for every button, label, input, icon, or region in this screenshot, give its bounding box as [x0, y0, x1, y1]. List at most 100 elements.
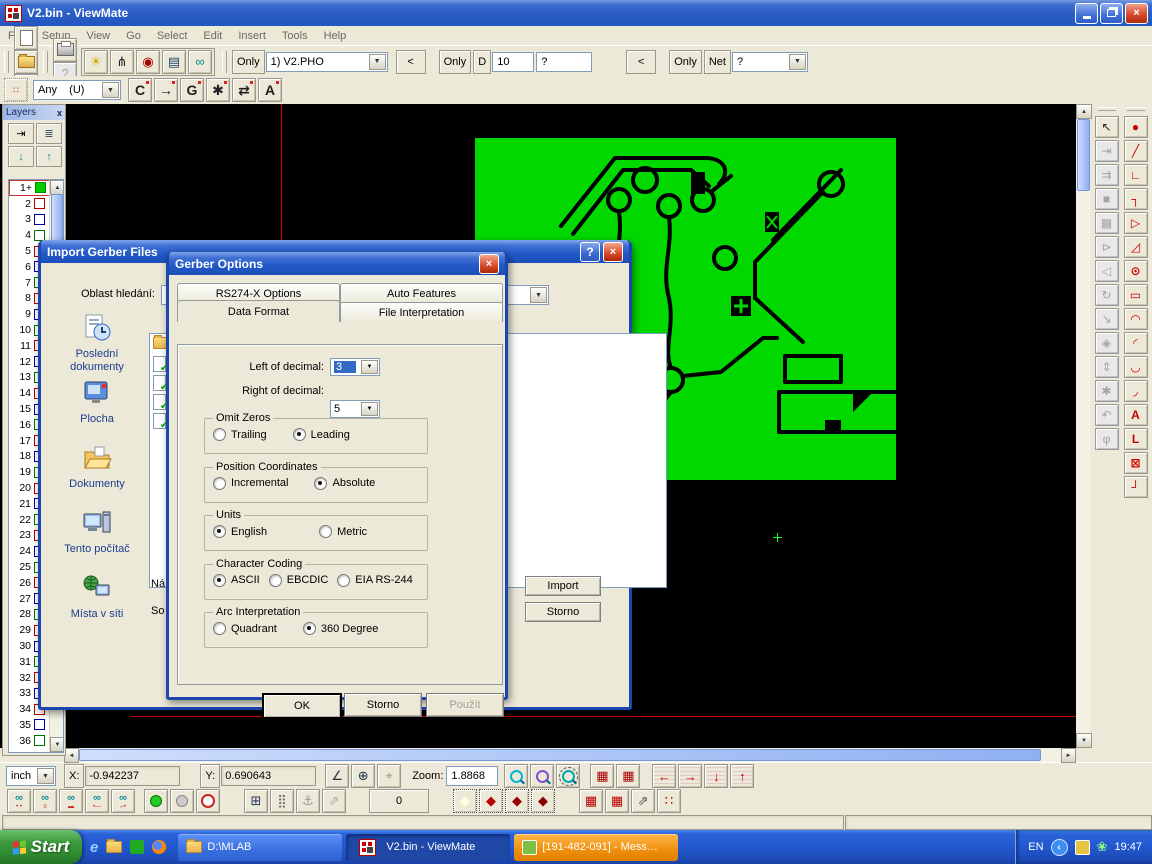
canvas-vertical-scrollbar[interactable]: ▲ ▼: [1076, 104, 1090, 748]
pan-up-icon[interactable]: ↑: [730, 764, 754, 788]
transform-icon[interactable]: ⇕: [1095, 356, 1119, 378]
prev-net-button[interactable]: <: [626, 50, 656, 74]
grid-setup-icon[interactable]: ▦: [590, 764, 614, 788]
close-icon[interactable]: x: [57, 108, 62, 118]
layer-color-swatch[interactable]: [34, 735, 45, 746]
chevron-down-icon[interactable]: ▼: [102, 82, 119, 98]
radio-metric[interactable]: Metric: [319, 525, 367, 538]
restore-button[interactable]: [1100, 3, 1123, 24]
flip-h-icon[interactable]: ⊳: [1095, 236, 1119, 258]
corner-tool-icon[interactable]: ∟: [1124, 164, 1148, 186]
radio-icon[interactable]: [319, 525, 332, 538]
toolbar-grip[interactable]: [1127, 107, 1145, 111]
move-point-icon[interactable]: ⇥: [1095, 140, 1119, 162]
view-pads-icon[interactable]: ∞• •: [7, 789, 31, 813]
move-diamond-icon[interactable]: ◈: [1095, 332, 1119, 354]
close-icon[interactable]: ×: [479, 254, 499, 274]
only-net-toggle[interactable]: Only: [669, 50, 702, 74]
view-points-icon[interactable]: ∞•—: [85, 789, 109, 813]
view-filled-icon[interactable]: ∞▬: [59, 789, 83, 813]
angle-arc-tool-icon[interactable]: ▷: [1124, 212, 1148, 234]
taskbar-task[interactable]: D:\MLAB: [178, 834, 342, 861]
layer-color-swatch[interactable]: [34, 198, 45, 209]
triangle-tool-icon[interactable]: ◿: [1124, 236, 1148, 258]
circle-tool-icon[interactable]: ⊙: [1124, 260, 1148, 282]
radio-ebcdic[interactable]: EBCDIC: [269, 574, 329, 587]
layer-hide-button[interactable]: ⇥: [8, 123, 34, 144]
new-file-icon[interactable]: [14, 26, 38, 50]
highlight-off-icon[interactable]: [170, 789, 194, 813]
pad-tool-icon[interactable]: ●: [1124, 116, 1148, 138]
chevron-down-icon[interactable]: ▼: [37, 768, 54, 784]
toolbar-grip[interactable]: [222, 51, 227, 73]
dimension-tool-icon[interactable]: ⊠: [1124, 452, 1148, 474]
chevron-down-icon[interactable]: ▼: [369, 54, 386, 70]
collapse-tray-icon[interactable]: ‹: [1051, 839, 1068, 856]
flash-select-icon[interactable]: ◆: [453, 789, 477, 813]
dot-grid-icon[interactable]: ⣿: [270, 789, 294, 813]
radio-icon[interactable]: [213, 477, 226, 490]
only-layer-toggle[interactable]: Only: [232, 50, 265, 74]
window-split-icon[interactable]: ⊞: [244, 789, 268, 813]
radio-icon[interactable]: [213, 525, 226, 538]
selection-filter-icon[interactable]: ∷: [4, 78, 28, 102]
layer-color-swatch[interactable]: [34, 214, 45, 225]
radio-icon[interactable]: [213, 622, 226, 635]
anchor-icon[interactable]: ⚓: [296, 789, 320, 813]
scroll-thumb[interactable]: [1077, 119, 1090, 191]
toolbar-grip[interactable]: [43, 51, 48, 73]
tab-auto-features[interactable]: Auto Features: [340, 283, 503, 303]
toolbar-grip[interactable]: [1098, 107, 1116, 111]
stretch-icon[interactable]: ⇗: [631, 789, 655, 813]
undo-arc-icon[interactable]: ↶: [1095, 404, 1119, 426]
aperture-icon[interactable]: ◉: [136, 50, 160, 74]
line-tool-icon[interactable]: ╱: [1124, 140, 1148, 162]
radio-icon[interactable]: [337, 574, 350, 587]
scale-icon[interactable]: ↘: [1095, 308, 1119, 330]
scroll-down-icon[interactable]: ▼: [50, 737, 64, 752]
probe-icon[interactable]: ⌖: [377, 764, 401, 788]
close-icon[interactable]: ×: [603, 242, 623, 262]
firefox-icon[interactable]: [152, 840, 166, 854]
radio-360-degree[interactable]: 360 Degree: [303, 622, 379, 635]
chevron-down-icon[interactable]: ▼: [530, 287, 547, 303]
storno-button[interactable]: Storno: [525, 602, 601, 622]
print-icon[interactable]: [53, 38, 77, 62]
dcode-input[interactable]: 10: [492, 52, 534, 72]
zoom-selection-icon[interactable]: [530, 764, 554, 788]
net-combo[interactable]: ? ▼: [732, 52, 808, 72]
radio-eia-rs-244[interactable]: EIA RS-244: [337, 574, 412, 587]
only-dcode-toggle[interactable]: Only: [439, 50, 472, 74]
zoom-in-icon[interactable]: [504, 764, 528, 788]
move-points-icon[interactable]: ⇉: [1095, 164, 1119, 186]
taskbar-task[interactable]: [191-482-091] - Mess…: [514, 834, 678, 861]
zoom-window-icon[interactable]: [556, 764, 580, 788]
label-tool-icon[interactable]: L: [1124, 428, 1148, 450]
menu-item-select[interactable]: Select: [149, 30, 196, 42]
help-icon[interactable]: ?: [580, 242, 600, 262]
gerber-dialog-titlebar[interactable]: Gerber Options ×: [169, 252, 505, 275]
radio-incremental[interactable]: Incremental: [213, 477, 288, 490]
crosshair-icon[interactable]: ⊕: [351, 764, 375, 788]
grid-icon[interactable]: ▦: [616, 764, 640, 788]
dcode-filter-input[interactable]: ?: [536, 52, 592, 72]
layer-down-button[interactable]: ↓: [8, 146, 34, 167]
text-tool-icon[interactable]: A: [1124, 404, 1148, 426]
layer-color-swatch[interactable]: [34, 719, 45, 730]
arc-quarter-tool-icon[interactable]: ◜: [1124, 332, 1148, 354]
radio-icon[interactable]: [269, 574, 282, 587]
menu-item-help[interactable]: Help: [316, 30, 355, 42]
pan-right-icon[interactable]: →: [678, 764, 702, 788]
menu-item-edit[interactable]: Edit: [195, 30, 230, 42]
swap-mode-icon[interactable]: ⇄: [232, 78, 256, 102]
layer-file-combo[interactable]: 1) V2.PHO ▼: [266, 52, 388, 72]
elbow-tool-icon[interactable]: ┐: [1124, 188, 1148, 210]
chevron-down-icon[interactable]: ▼: [361, 402, 378, 416]
arc-end-tool-icon[interactable]: ◞: [1124, 380, 1148, 402]
ie-icon[interactable]: e: [90, 839, 98, 856]
radio-english[interactable]: English: [213, 525, 267, 538]
any-filter-combo[interactable]: Any (U) ▼: [33, 80, 121, 100]
radio-icon[interactable]: [293, 428, 306, 441]
place-network-places[interactable]: Místa v síti: [49, 573, 145, 621]
highlight-outline-icon[interactable]: [196, 789, 220, 813]
